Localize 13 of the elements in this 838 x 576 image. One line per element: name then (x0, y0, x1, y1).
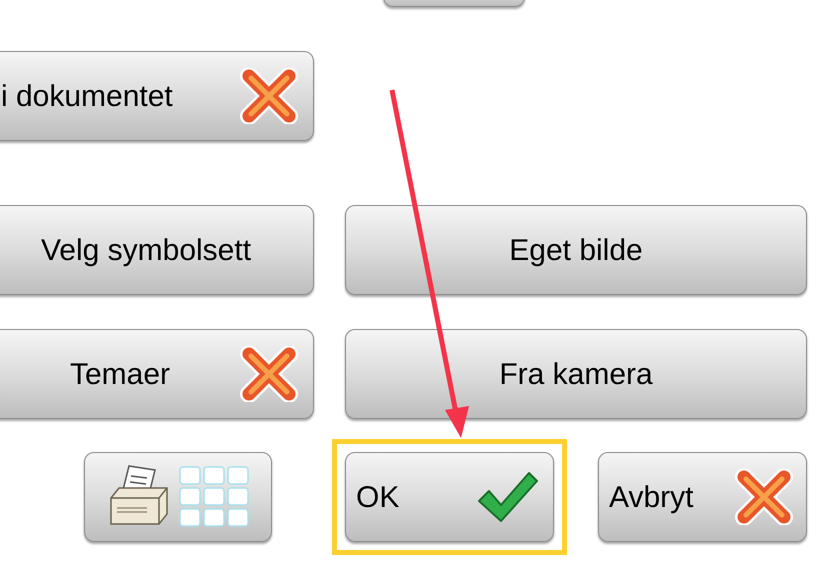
cancel-button[interactable]: Avbryt (598, 452, 807, 542)
close-icon (239, 68, 299, 124)
option-button[interactable]: Velg symbolsett (0, 205, 314, 295)
close-icon (734, 469, 794, 525)
print-grid-button[interactable] (84, 452, 272, 542)
checkmark-icon (475, 469, 541, 525)
option-button[interactable]: Fra kamera (345, 329, 807, 419)
option-button[interactable]: Eget bilde (345, 205, 807, 295)
ok-button[interactable]: OK (345, 452, 554, 542)
remove-button[interactable]: Temaer (0, 329, 314, 419)
remove-button[interactable]: i dokumentet (0, 51, 314, 141)
grid-icon (179, 466, 249, 528)
close-icon (239, 346, 299, 402)
